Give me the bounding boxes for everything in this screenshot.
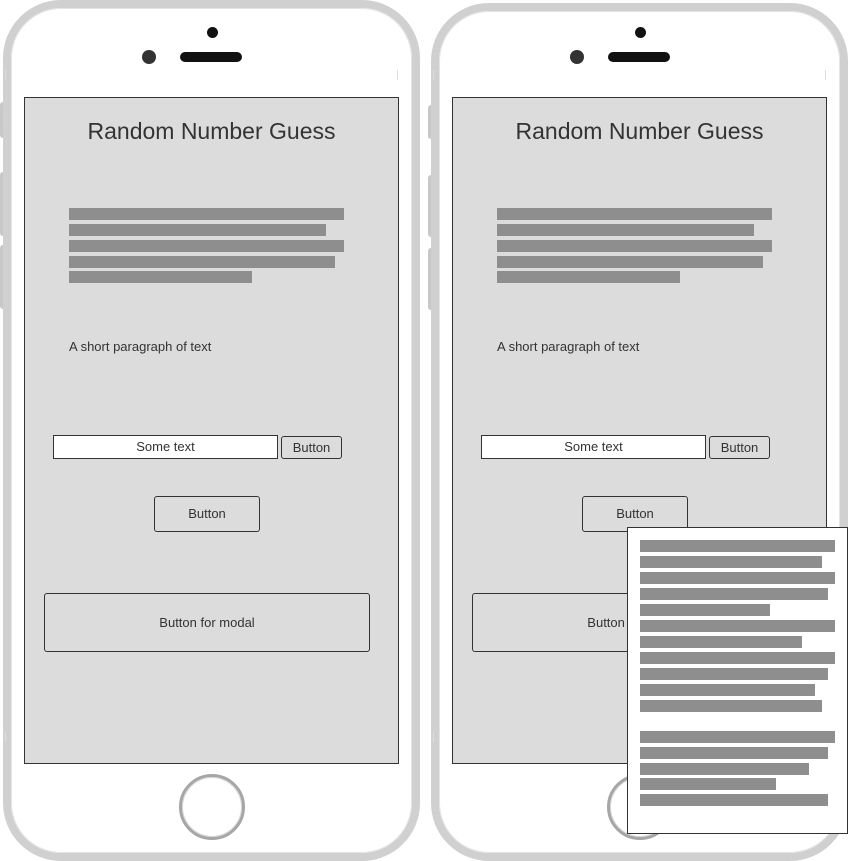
open-modal-button[interactable]: Button for modal: [44, 593, 370, 652]
front-camera-icon: [207, 27, 218, 38]
page-title: Random Number Guess: [87, 118, 336, 144]
screen: Random Number Guess A short paragraph of…: [24, 97, 399, 764]
camera-lens-icon: [570, 50, 584, 64]
guess-input[interactable]: Some text: [53, 435, 278, 459]
guess-input[interactable]: Some text: [481, 435, 706, 459]
page-title: Random Number Guess: [515, 118, 764, 144]
earpiece-icon: [608, 52, 670, 62]
front-camera-icon: [635, 27, 646, 38]
short-paragraph: A short paragraph of text: [497, 339, 640, 354]
submit-button[interactable]: Button: [281, 436, 342, 459]
submit-button[interactable]: Button: [709, 436, 770, 459]
earpiece-icon: [180, 52, 242, 62]
modal-dialog[interactable]: [627, 527, 848, 834]
camera-lens-icon: [142, 50, 156, 64]
center-button[interactable]: Button: [154, 496, 260, 532]
home-button-icon[interactable]: [179, 774, 245, 840]
short-paragraph: A short paragraph of text: [69, 339, 212, 354]
